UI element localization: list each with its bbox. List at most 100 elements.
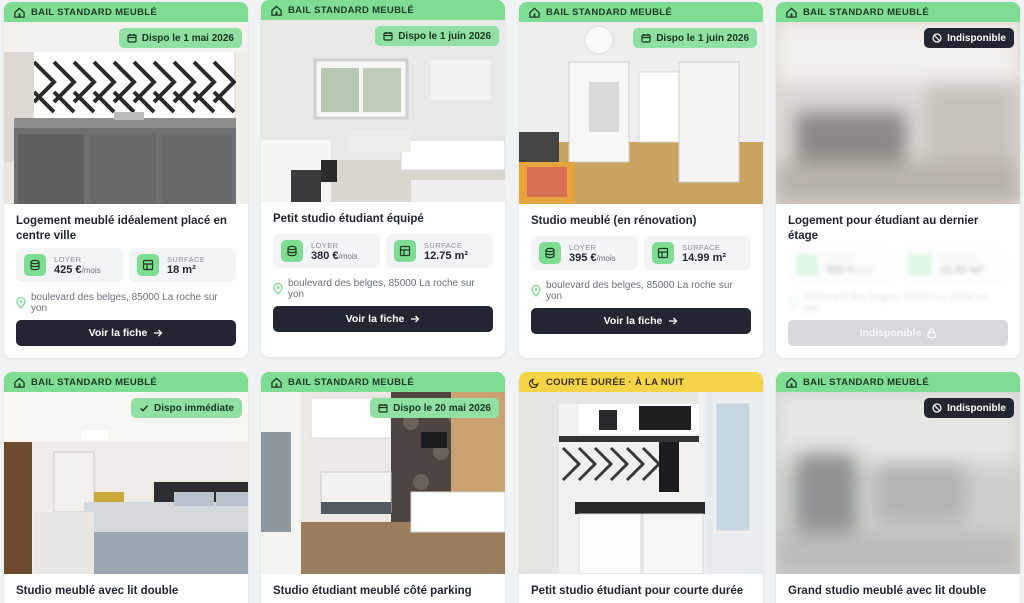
listing-tag: BAIL STANDARD MEUBLÉ <box>261 372 505 392</box>
listing-title[interactable]: Petit studio étudiant pour courte durée <box>519 574 763 603</box>
map-pin-icon <box>273 283 283 295</box>
listing-tag: BAIL STANDARD MEUBLÉ <box>776 372 1020 392</box>
view-listing-button[interactable]: Voir la fiche <box>273 306 493 332</box>
unavailable-badge-label: Indisponible <box>947 32 1006 44</box>
listing-title[interactable]: Studio meublé (en rénovation) <box>519 204 763 236</box>
surface-value: 16.35 m² <box>939 263 984 276</box>
forbidden-icon <box>932 33 942 43</box>
map-pin-icon <box>531 285 541 297</box>
home-icon <box>786 7 797 18</box>
unavailable-button: Indisponible <box>788 320 1008 346</box>
listing-tag-label: BAIL STANDARD MEUBLÉ <box>31 376 157 388</box>
rent-unit: /mois <box>338 251 358 261</box>
listing-photo[interactable]: Dispo le 1 juin 2026 <box>261 20 505 202</box>
listing-tag: BAIL STANDARD MEUBLÉ <box>519 2 763 22</box>
surface-stat: SURFACE 18 m² <box>129 248 236 282</box>
surface-stat: SURFACE 14.99 m² <box>644 236 751 270</box>
address-text: boulevard des belges, 85000 La roche sur… <box>287 278 475 300</box>
coins-icon <box>545 247 555 259</box>
listing-stats: LOYER 425 €/mois SURFACE 18 m² <box>4 248 248 282</box>
surface-label: SURFACE <box>682 242 721 252</box>
listing-card[interactable]: BAIL STANDARD MEUBLÉ Indisponible Grand … <box>776 372 1020 603</box>
surface-stat: SURFACE 16.35 m² <box>901 248 1008 282</box>
listing-address: boulevard des belges, 85000 La roche sur… <box>4 282 248 314</box>
renovation-room-photo <box>519 22 763 204</box>
parking-studio-photo <box>261 392 505 574</box>
lock-icon <box>927 328 937 338</box>
listing-title[interactable]: Logement meublé idéalement placé en cent… <box>4 204 248 248</box>
rent-value: 380 € <box>311 249 339 262</box>
rent-label: LOYER <box>54 254 82 264</box>
view-listing-button-label: Voir la fiche <box>345 313 405 325</box>
listing-tag: BAIL STANDARD MEUBLÉ <box>776 2 1020 22</box>
listing-card[interactable]: COURTE DURÉE · À LA NUIT Petit studio ét… <box>519 372 763 603</box>
listing-tag-label: BAIL STANDARD MEUBLÉ <box>803 6 929 18</box>
listing-photo[interactable]: Dispo le 20 mai 2026 <box>261 392 505 574</box>
surface-stat: SURFACE 12.75 m² <box>386 234 493 268</box>
availability-badge: Dispo immédiate <box>130 398 242 418</box>
calendar-icon <box>378 404 388 413</box>
listing-photo: Indisponible <box>776 22 1020 204</box>
listing-title: Logement pour étudiant au dernier étage <box>788 215 979 242</box>
blurred-photo <box>776 22 1020 204</box>
listing-title[interactable]: Studio étudiant meublé côté parking <box>261 574 505 603</box>
surface-value: 18 m² <box>167 263 196 276</box>
listing-stats: LOYER 380 €/mois SURFACE 12.75 m² <box>261 234 505 268</box>
listing-title[interactable]: Petit studio étudiant équipé <box>261 202 505 234</box>
double-bed-photo <box>4 392 248 574</box>
listing-tag: COURTE DURÉE · À LA NUIT <box>519 372 763 392</box>
listing-stats: LOYER 395 €/mois SURFACE 14.99 m² <box>519 236 763 270</box>
listing-address: boulevard des belges, 85000 La roche sur… <box>261 268 505 300</box>
rent-stat: LOYER 380 €/mois <box>273 234 380 268</box>
rent-stat: LOYER 395 €/mois <box>531 236 638 270</box>
calendar-icon <box>127 34 137 43</box>
listing-tag: BAIL STANDARD MEUBLÉ <box>4 2 248 22</box>
availability-badge: Dispo le 20 mai 2026 <box>370 398 499 418</box>
listing-card[interactable]: BAIL STANDARD MEUBLÉ Indisponible Logeme… <box>776 2 1020 358</box>
arrow-right-icon <box>154 329 163 337</box>
listing-tag-label: COURTE DURÉE · À LA NUIT <box>546 376 685 388</box>
rent-value: 380 € <box>826 263 854 276</box>
view-listing-button[interactable]: Voir la fiche <box>16 320 236 346</box>
listing-address: boulevard des belges, 85000 La roche sur… <box>776 282 1020 314</box>
rent-label: LOYER <box>826 254 854 264</box>
listing-card[interactable]: BAIL STANDARD MEUBLÉ Dispo le 1 juin 202… <box>519 2 763 358</box>
availability-badge-label: Dispo le 20 mai 2026 <box>393 402 491 414</box>
listing-photo[interactable]: Dispo immédiate <box>4 392 248 574</box>
listing-title[interactable]: Studio meublé avec lit double <box>4 574 248 603</box>
listing-photo[interactable]: Dispo le 1 mai 2026 <box>4 22 248 204</box>
home-icon <box>271 377 282 388</box>
listing-tag-label: BAIL STANDARD MEUBLÉ <box>31 6 157 18</box>
listing-photo[interactable] <box>519 392 763 574</box>
forbidden-icon <box>932 403 942 413</box>
home-icon <box>14 7 25 18</box>
unavailable-badge-label: Indisponible <box>947 402 1006 414</box>
rent-value: 425 € <box>54 263 82 276</box>
map-pin-icon <box>788 297 798 309</box>
address-text: boulevard des belges, 85000 La roche sur… <box>545 280 733 302</box>
rent-label: LOYER <box>569 242 597 252</box>
home-icon <box>786 377 797 388</box>
surface-value: 14.99 m² <box>682 251 727 264</box>
home-icon <box>14 377 25 388</box>
listing-photo: Indisponible <box>776 392 1020 574</box>
listing-card[interactable]: BAIL STANDARD MEUBLÉ Dispo immédiate Stu… <box>4 372 248 603</box>
listing-card[interactable]: BAIL STANDARD MEUBLÉ Dispo le 20 mai 202… <box>261 372 505 603</box>
coins-icon <box>287 245 297 257</box>
calendar-icon <box>383 32 393 41</box>
check-icon <box>139 405 148 412</box>
view-listing-button[interactable]: Voir la fiche <box>531 308 751 334</box>
unavailable-badge: Indisponible <box>924 398 1014 418</box>
availability-badge-label: Dispo le 1 juin 2026 <box>656 32 749 44</box>
short-stay-kitchen-photo <box>519 392 763 574</box>
availability-badge-label: Dispo immédiate <box>153 402 234 414</box>
listing-card[interactable]: BAIL STANDARD MEUBLÉ Dispo le 1 juin 202… <box>261 0 505 357</box>
listing-card[interactable]: BAIL STANDARD MEUBLÉ Dispo le 1 mai 2026… <box>4 2 248 358</box>
address-text: boulevard des belges, 85000 La roche sur… <box>30 292 218 314</box>
studio-room-photo <box>261 20 505 202</box>
arrow-right-icon <box>411 315 420 323</box>
availability-badge-label: Dispo le 1 juin 2026 <box>398 30 491 42</box>
listing-address: boulevard des belges, 85000 La roche sur… <box>519 270 763 302</box>
kitchenette-photo <box>4 22 248 204</box>
listing-photo[interactable]: Dispo le 1 juin 2026 <box>519 22 763 204</box>
